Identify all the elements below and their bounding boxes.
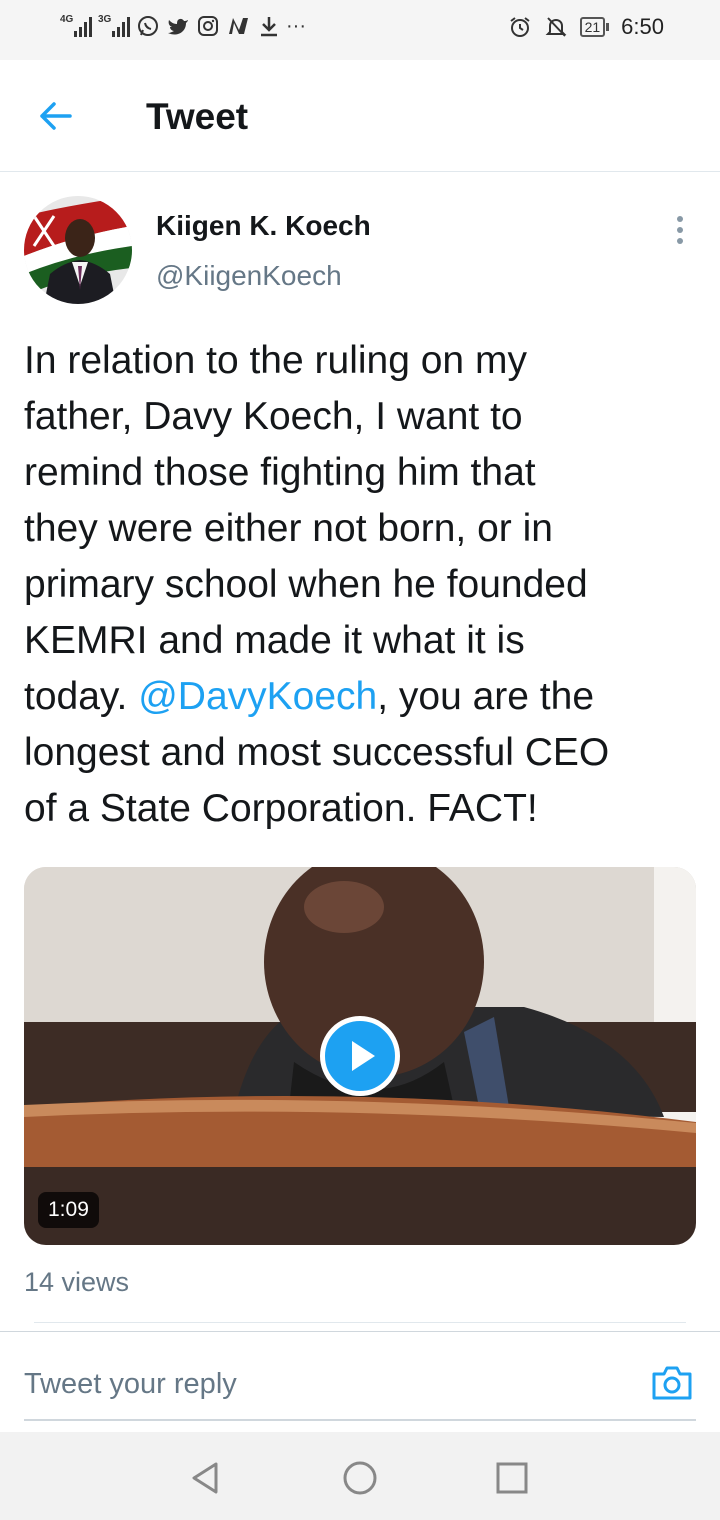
twitter-icon — [168, 18, 188, 35]
view-count[interactable]: 14 views — [24, 1267, 129, 1298]
network-type-4g: 4G — [60, 14, 74, 25]
more-notifications-icon: ··· — [286, 15, 306, 37]
video-duration: 1:09 — [38, 1192, 99, 1228]
nav-back-icon[interactable] — [186, 1458, 226, 1498]
alarm-icon — [509, 17, 530, 37]
author-name[interactable]: Kiigen K. Koech — [156, 210, 371, 242]
battery-level: 21 — [579, 17, 606, 37]
reply-input[interactable] — [24, 1362, 624, 1406]
status-left: 4G 3G ··· — [60, 14, 306, 38]
back-arrow-icon[interactable] — [36, 96, 76, 136]
play-button[interactable] — [320, 1016, 400, 1096]
avatar[interactable] — [24, 196, 132, 304]
n-app-icon — [229, 18, 248, 34]
video-thumbnail[interactable]: 1:09 — [24, 867, 696, 1245]
tweet-text: In relation to the ruling on my father, … — [24, 333, 704, 837]
tweet-text-start: In relation to the ruling on my father, … — [24, 339, 588, 718]
system-nav-bar — [0, 1432, 720, 1520]
whatsapp-icon — [138, 16, 158, 36]
clock: 6:50 — [621, 14, 664, 39]
divider — [0, 1331, 720, 1332]
camera-icon[interactable] — [650, 1360, 694, 1404]
status-bar: 4G 3G ··· 21 6:50 — [0, 0, 720, 60]
author-handle[interactable]: @KiigenKoech — [156, 260, 342, 292]
signal-icon-4g: 4G — [60, 14, 92, 37]
battery-icon: 21 — [579, 17, 610, 37]
play-icon — [352, 1041, 375, 1071]
app-header: Tweet — [0, 60, 720, 172]
divider — [34, 1322, 686, 1323]
signal-icon-3g: 3G — [98, 14, 130, 37]
instagram-icon — [198, 16, 218, 36]
download-icon — [261, 17, 277, 37]
status-right: 21 6:50 — [508, 14, 664, 40]
nav-home-icon[interactable] — [340, 1458, 380, 1498]
network-type-3g: 3G — [98, 14, 112, 25]
nav-recents-icon[interactable] — [492, 1458, 532, 1498]
reply-underline — [24, 1419, 696, 1421]
more-options-icon[interactable] — [668, 212, 692, 248]
page-title: Tweet — [146, 96, 249, 137]
notifications-off-icon — [545, 17, 567, 37]
mention-link[interactable]: @DavyKoech — [138, 675, 377, 718]
